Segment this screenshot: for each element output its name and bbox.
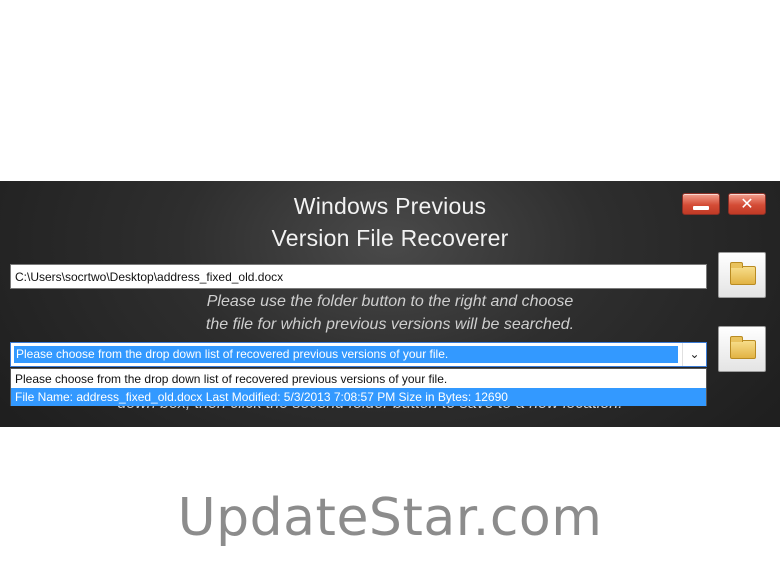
open-folder-button[interactable] (718, 252, 766, 298)
folder-icon (730, 336, 756, 359)
folder-icon (730, 262, 756, 285)
version-select[interactable]: Please choose from the drop down list of… (10, 342, 707, 367)
app-window: Windows Previous Version File Recoverer … (0, 181, 780, 427)
window-title-line-1: Windows Previous (293, 193, 487, 219)
window-title-line-2: Version File Recoverer (271, 225, 509, 251)
version-select-value: Please choose from the drop down list of… (14, 346, 678, 363)
chevron-down-icon[interactable]: ⌄ (682, 343, 706, 366)
minimize-icon (693, 206, 709, 210)
watermark-text: UpdateStar.com (177, 488, 603, 548)
minimize-button[interactable] (682, 193, 720, 215)
version-dropdown-list: Please choose from the drop down list of… (10, 368, 707, 406)
instruction-text-line-1: Please use the folder button to the righ… (206, 293, 574, 310)
instruction-text-line-2: the file for which previous versions wil… (205, 316, 575, 333)
dropdown-option-highlighted[interactable]: File Name: address_fixed_old.docx Last M… (11, 388, 706, 406)
dropdown-option[interactable]: Please choose from the drop down list of… (11, 370, 706, 388)
screenshot-stage: Windows Previous Version File Recoverer … (0, 0, 780, 585)
close-button[interactable]: ✕ (728, 193, 766, 215)
save-folder-button[interactable] (718, 326, 766, 372)
close-icon: ✕ (740, 194, 754, 213)
file-path-input[interactable] (10, 264, 707, 289)
